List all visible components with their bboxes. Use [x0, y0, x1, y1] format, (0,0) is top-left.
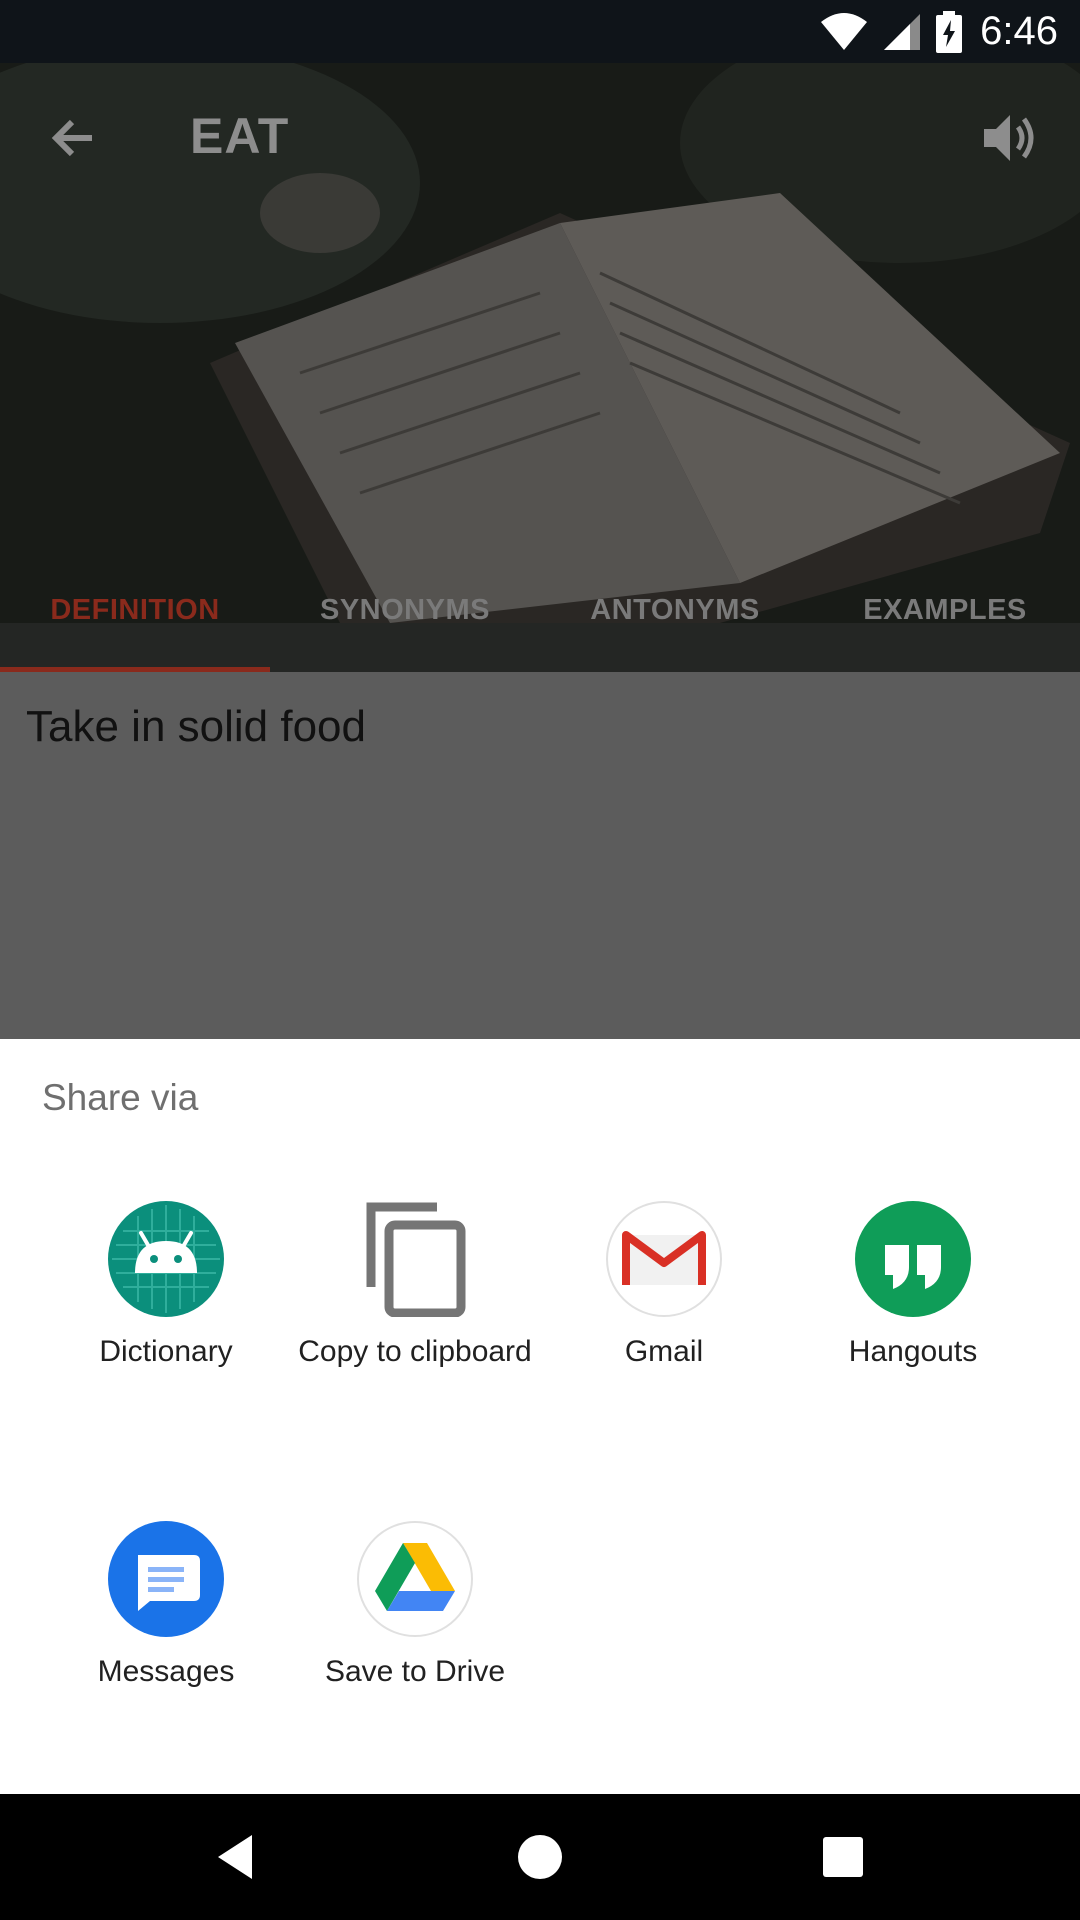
- navigation-bar: [0, 1794, 1080, 1920]
- cell-signal-icon: [884, 13, 921, 50]
- share-target-label: Hangouts: [848, 1335, 978, 1368]
- copy-icon: [366, 1202, 466, 1317]
- share-target-label: Dictionary: [99, 1335, 233, 1368]
- tab-synonyms[interactable]: SYNONYMS: [270, 560, 540, 668]
- definition-text: Take in solid food: [26, 702, 366, 751]
- messages-icon: [108, 1521, 224, 1637]
- drive-icon: [357, 1521, 473, 1637]
- tab-indicator: [0, 667, 270, 672]
- share-target-label: Copy to clipboard: [298, 1335, 532, 1368]
- battery-charging-icon: [936, 10, 963, 53]
- share-target-label: Gmail: [624, 1335, 704, 1368]
- share-target-messages[interactable]: Messages: [41, 1521, 291, 1741]
- status-bar: 6:46: [0, 0, 1080, 63]
- page-title: EAT: [190, 108, 290, 164]
- recents-icon[interactable]: [813, 1827, 873, 1887]
- wifi-icon: [821, 12, 868, 50]
- definition-panel: Take in solid food: [0, 672, 1080, 1039]
- share-target-label: Save to Drive: [324, 1655, 506, 1688]
- share-sheet: Share via Dictionary Copy to clipboard G…: [0, 1039, 1080, 1794]
- tab-examples[interactable]: EXAMPLES: [810, 560, 1080, 668]
- tab-bar: DEFINITION SYNONYMS ANTONYMS EXAMPLES: [0, 560, 1080, 672]
- gmail-icon: [606, 1201, 722, 1317]
- share-target-gmail[interactable]: Gmail: [539, 1201, 789, 1421]
- volume-icon[interactable]: [978, 105, 1044, 171]
- share-sheet-title: Share via: [42, 1077, 199, 1118]
- app-bar: EAT: [0, 63, 1080, 211]
- share-target-save-to-drive[interactable]: Save to Drive: [290, 1521, 540, 1741]
- tab-definition[interactable]: DEFINITION: [0, 560, 270, 668]
- android-app-icon: [108, 1201, 224, 1317]
- hangouts-icon: [855, 1201, 971, 1317]
- back-arrow-icon[interactable]: [42, 107, 104, 169]
- back-icon[interactable]: [210, 1827, 270, 1887]
- share-target-hangouts[interactable]: Hangouts: [788, 1201, 1038, 1421]
- home-icon[interactable]: [510, 1827, 570, 1887]
- share-target-copy-to-clipboard[interactable]: Copy to clipboard: [290, 1201, 540, 1421]
- tab-antonyms[interactable]: ANTONYMS: [540, 560, 810, 668]
- clock: 6:46: [980, 9, 1058, 53]
- share-target-dictionary[interactable]: Dictionary: [41, 1201, 291, 1421]
- share-target-label: Messages: [97, 1655, 235, 1688]
